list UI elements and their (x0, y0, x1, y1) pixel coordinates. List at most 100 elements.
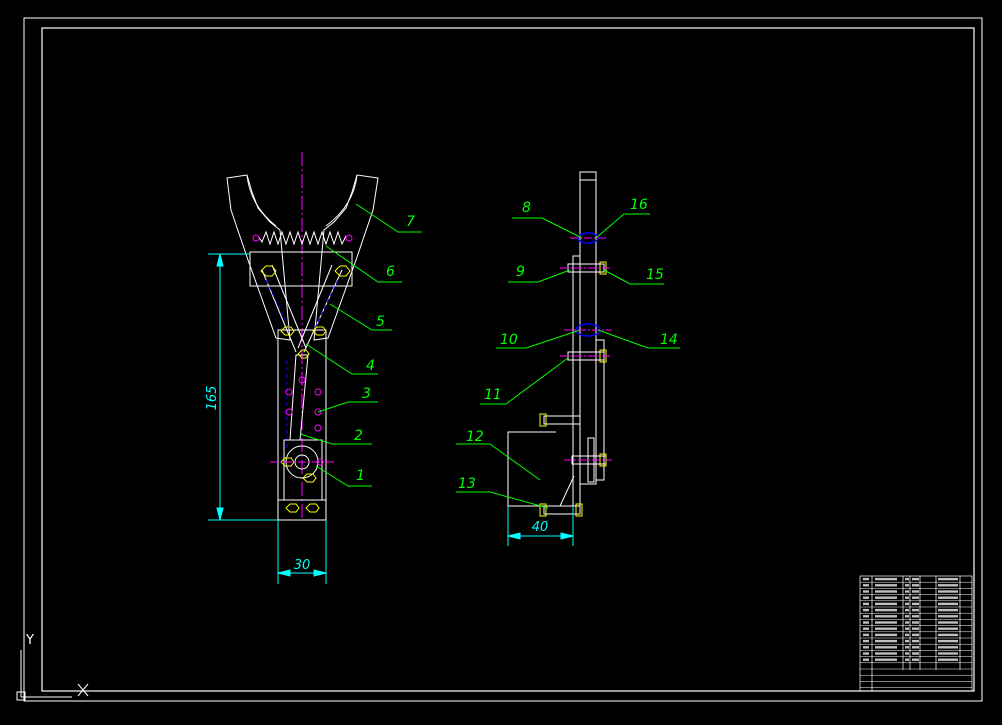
dim-40-arrow-left (507, 532, 521, 540)
callout-9: 9 (516, 264, 525, 280)
bom-text-mark (905, 608, 909, 612)
ucs-icon (16, 650, 89, 701)
bom-text-mark (875, 608, 897, 612)
bom-text-mark (905, 577, 909, 581)
bom-text-mark (875, 596, 897, 599)
bom-text-mark (875, 602, 897, 606)
bom-text-mark (938, 602, 958, 606)
bom-text-mark (912, 633, 919, 637)
callout-11: 11 (484, 387, 502, 403)
nut-base-right (305, 503, 320, 513)
dim-40-text: 40 (532, 520, 549, 535)
nut-base-left (285, 503, 300, 513)
side-bolt-mid (543, 415, 581, 425)
dim-30-arrow-left (277, 569, 291, 577)
callout-8: 8 (522, 200, 531, 216)
bom-text-mark (875, 590, 897, 593)
sheet-outer-border (23, 17, 983, 702)
bom-text-mark (938, 639, 958, 643)
callout-14: 14 (660, 332, 678, 348)
right-jaw-notch (325, 174, 358, 227)
right-link-b (297, 264, 333, 349)
sheet-inner-border (41, 27, 975, 692)
right-jaw (313, 174, 379, 341)
bom-text-mark (905, 652, 909, 655)
leader-12 (456, 443, 541, 481)
dim-165-arrow-bottom (216, 507, 224, 521)
bom-text-mark (905, 602, 909, 606)
right-link-a (303, 269, 343, 353)
callout-2: 2 (354, 428, 363, 444)
pin-spring-right (345, 234, 353, 242)
bom-text-mark (905, 621, 909, 624)
front-fasteners (260, 265, 351, 513)
bom-text-mark (912, 646, 919, 649)
bom-text-mark (905, 658, 909, 661)
leader-3 (317, 401, 378, 413)
side-callout-labels: 8 9 10 11 12 13 14 15 16 (458, 197, 678, 492)
bom-text-mark (938, 584, 958, 587)
bom-text-mark (863, 608, 869, 612)
leader-16 (595, 213, 650, 239)
bom-text-mark (912, 652, 919, 655)
bom-text-mark (863, 633, 869, 637)
callout-13: 13 (458, 476, 476, 492)
bom-text-mark (863, 584, 869, 587)
left-jaw-notch (246, 174, 277, 227)
bom-text-mark (938, 615, 958, 618)
side-bracket-slope (559, 475, 575, 507)
title-block (859, 575, 973, 692)
cad-drawing-canvas: 165 30 1 2 3 4 5 6 7 40 8 9 10 11 12 13 … (16, 17, 983, 702)
bom-text-mark (938, 590, 958, 593)
bom-text-mark (905, 584, 909, 587)
bom-text-mark (875, 584, 897, 587)
bom-text-mark (905, 627, 909, 630)
dim-40-arrow-right (560, 532, 574, 540)
bom-text-mark (875, 652, 897, 655)
bom-text-mark (938, 608, 958, 612)
bom-text-mark (912, 627, 919, 630)
callout-16: 16 (630, 197, 648, 213)
bom-text-mark (938, 646, 958, 649)
bom-text-mark (875, 577, 897, 581)
leader-8 (512, 217, 583, 239)
bom-text-mark (863, 596, 869, 599)
side-fasteners (543, 263, 607, 515)
bom-text-mark (905, 590, 909, 593)
bom-text-mark (912, 596, 919, 599)
bom-text-mark (912, 590, 919, 593)
drive-link (289, 354, 309, 441)
bom-text-mark (912, 621, 919, 624)
dim-165-text: 165 (205, 386, 220, 411)
callout-15: 15 (646, 267, 664, 283)
nut-left-upper (260, 265, 277, 277)
bom-text-mark (863, 590, 869, 593)
bom-text-mark (875, 615, 897, 618)
bom-text-mark (863, 621, 869, 624)
side-main-plate (579, 171, 597, 485)
nut-center (297, 349, 310, 359)
bom-text-mark (863, 577, 869, 581)
ucs-y-label: Y (25, 633, 34, 648)
bom-text-mark (912, 602, 919, 606)
side-bolt-13 (543, 505, 581, 515)
callout-6: 6 (386, 264, 395, 280)
bom-text-mark (905, 639, 909, 643)
bom-text-mark (912, 615, 919, 618)
bom-text-mark (863, 646, 869, 649)
callout-3: 3 (362, 386, 371, 402)
callout-5: 5 (376, 314, 385, 330)
bom-text-mark (912, 658, 919, 661)
bom-text-mark (905, 615, 909, 618)
bom-text-mark (875, 646, 897, 649)
bom-text-mark (863, 639, 869, 643)
callout-12: 12 (466, 429, 484, 445)
callout-4: 4 (366, 358, 375, 374)
bom-text-mark (938, 596, 958, 599)
front-view (226, 152, 379, 521)
bom-text-mark (863, 602, 869, 606)
side-bracket (507, 431, 556, 506)
callout-7: 7 (406, 214, 415, 230)
bom-text-mark (912, 608, 919, 612)
bom-text-mark (912, 577, 919, 581)
